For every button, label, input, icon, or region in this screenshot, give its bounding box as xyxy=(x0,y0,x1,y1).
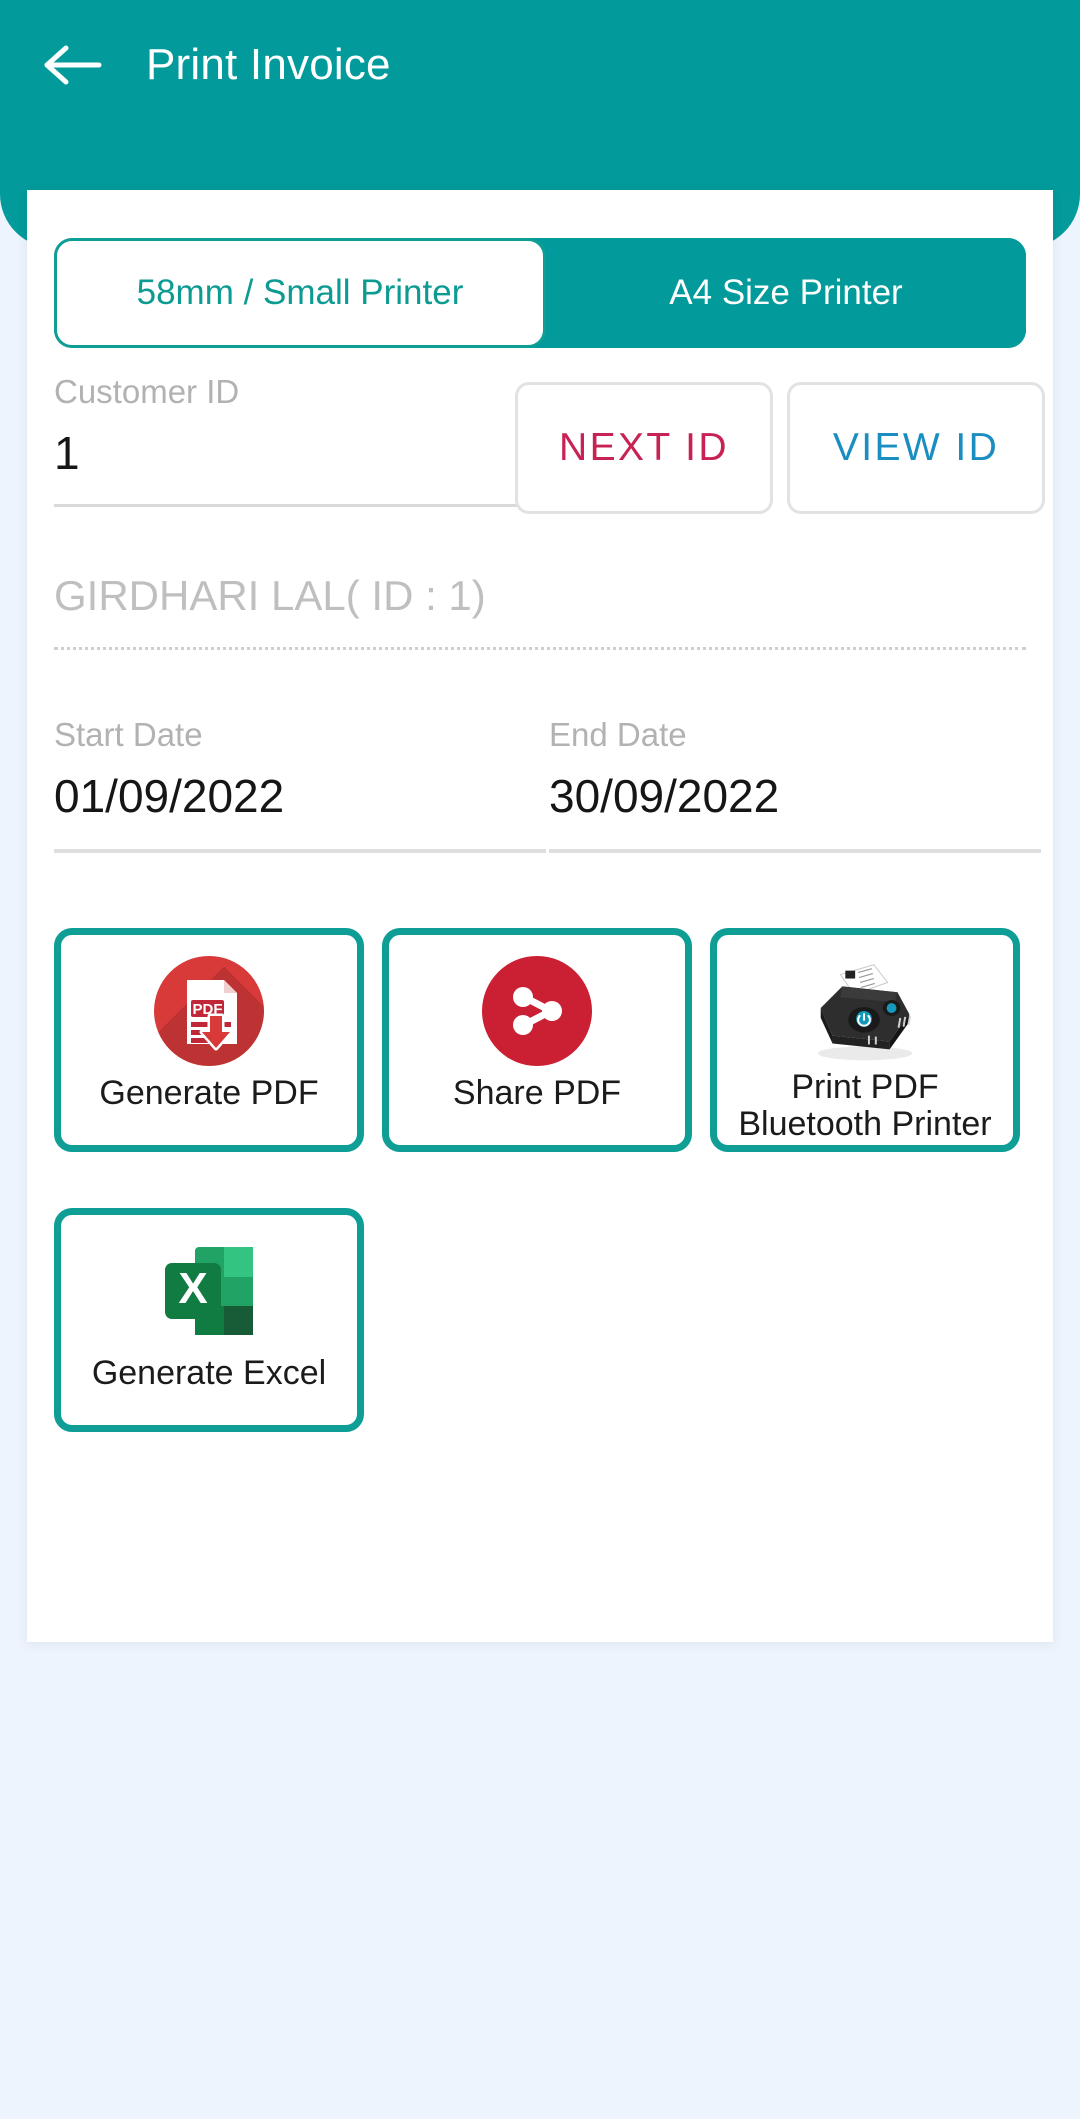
start-date-value[interactable]: 01/09/2022 xyxy=(54,773,546,823)
start-date-underline xyxy=(54,849,546,853)
end-date-value[interactable]: 30/09/2022 xyxy=(549,773,1041,823)
bluetooth-printer-icon xyxy=(803,949,927,1073)
customer-name-section: GIRDHARI LAL( ID : 1) xyxy=(54,575,1026,650)
customer-id-input[interactable]: 1 xyxy=(54,430,522,480)
content-sheet: 58mm / Small Printer A4 Size Printer Cus… xyxy=(27,190,1053,1642)
next-id-button[interactable]: NEXT ID xyxy=(515,382,773,514)
generate-excel-card[interactable]: X Generate Excel xyxy=(54,1208,364,1432)
print-pdf-bluetooth-label: Print PDF Bluetooth Printer xyxy=(738,1068,992,1143)
customer-id-field[interactable]: Customer ID 1 xyxy=(54,375,522,507)
generate-pdf-card[interactable]: PDF Generate PDF xyxy=(54,928,364,1152)
start-date-field[interactable]: Start Date 01/09/2022 xyxy=(54,718,546,853)
end-date-label: End Date xyxy=(549,716,687,753)
end-date-underline xyxy=(549,849,1041,853)
generate-excel-label: Generate Excel xyxy=(91,1354,327,1392)
customer-id-underline xyxy=(54,504,522,507)
printer-type-toggle: 58mm / Small Printer A4 Size Printer xyxy=(54,238,1026,348)
pdf-download-icon: PDF xyxy=(147,949,271,1073)
share-pdf-card[interactable]: Share PDF xyxy=(382,928,692,1152)
customer-name-divider xyxy=(54,647,1026,650)
print-pdf-bluetooth-card[interactable]: Print PDF Bluetooth Printer xyxy=(710,928,1020,1152)
app-bar-content: Print Invoice xyxy=(44,28,391,102)
customer-name-display: GIRDHARI LAL( ID : 1) xyxy=(54,572,486,619)
view-id-button[interactable]: VIEW ID xyxy=(787,382,1045,514)
print-invoice-screen: Print Invoice 58mm / Small Printer A4 Si… xyxy=(0,0,1080,2119)
customer-id-row: Customer ID 1 NEXT ID VIEW ID xyxy=(27,375,1053,535)
start-date-label: Start Date xyxy=(54,716,203,753)
customer-id-label: Customer ID xyxy=(54,373,240,410)
tab-small-printer[interactable]: 58mm / Small Printer xyxy=(54,238,546,348)
share-icon xyxy=(475,949,599,1073)
date-range-row: Start Date 01/09/2022 End Date 30/09/202… xyxy=(27,718,1053,878)
action-card-grid: PDF Generate PDF Share PDF Print PDF Blu… xyxy=(54,928,1026,1488)
action-card-row-2: X Generate Excel xyxy=(54,1208,1026,1432)
page-title: Print Invoice xyxy=(146,40,391,89)
svg-text:X: X xyxy=(178,1264,207,1313)
end-date-field[interactable]: End Date 30/09/2022 xyxy=(549,718,1041,853)
action-card-row-1: PDF Generate PDF Share PDF Print PDF Blu… xyxy=(54,928,1026,1152)
generate-pdf-label: Generate PDF xyxy=(99,1074,319,1112)
excel-icon: X xyxy=(147,1229,271,1353)
back-arrow-icon[interactable] xyxy=(44,36,102,94)
tab-a4-printer[interactable]: A4 Size Printer xyxy=(546,238,1026,348)
share-pdf-label: Share PDF xyxy=(452,1074,622,1112)
